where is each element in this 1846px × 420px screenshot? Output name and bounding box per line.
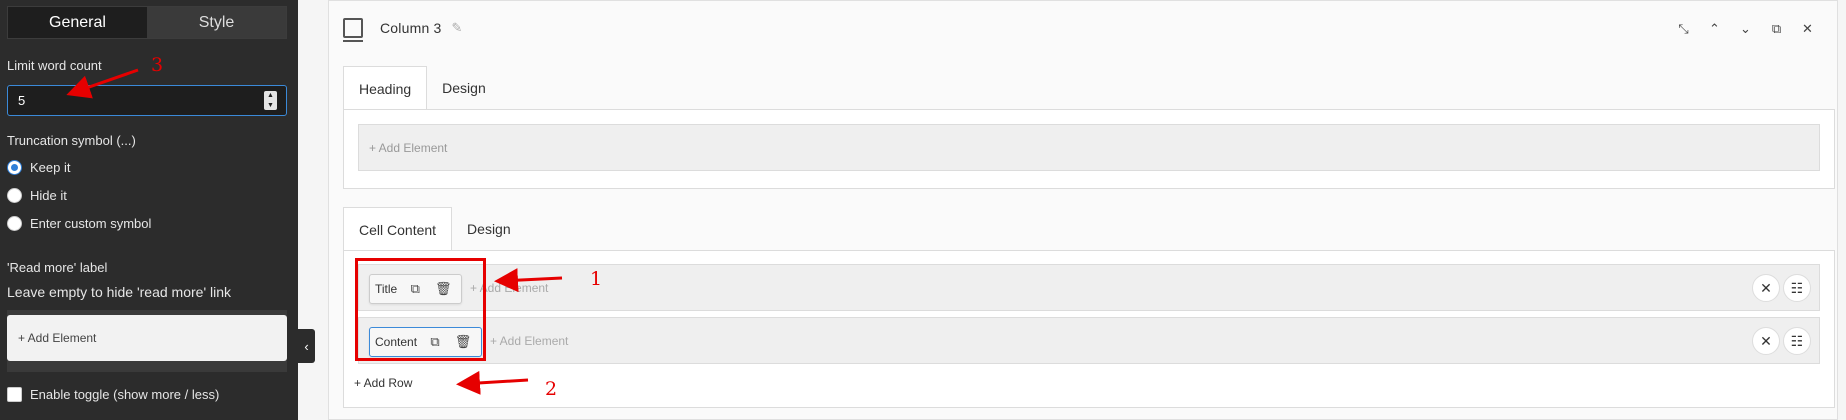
column-header: Column 3 ✎ — [343, 15, 463, 42]
radio-label: Hide it — [30, 188, 67, 203]
content-row: Title ⧉ 🗑 + Add Element ✕ ☷ — [358, 264, 1820, 311]
column-controls: ⤡ ⌃ ⌄ ⧉ ✕ — [1668, 21, 1823, 37]
column-editor: Column 3 ✎ ⤡ ⌃ ⌄ ⧉ ✕ Heading Design + Ad… — [328, 0, 1838, 420]
enable-toggle-row[interactable]: Enable toggle (show more / less) — [7, 387, 219, 402]
sidebar-tabs: General Style — [7, 6, 287, 39]
edit-title-icon[interactable]: ✎ — [452, 20, 463, 36]
limit-word-count-value: 5 — [18, 93, 26, 108]
radio-button[interactable] — [7, 216, 22, 231]
tab-cell-content[interactable]: Cell Content — [343, 207, 453, 251]
enable-toggle-checkbox[interactable] — [7, 387, 22, 402]
chevron-up-icon[interactable]: ⌃ — [1699, 21, 1730, 37]
radio-button[interactable] — [7, 160, 22, 175]
radio-keep-it[interactable]: Keep it — [7, 160, 70, 175]
duplicate-icon[interactable]: ⧉ — [1761, 21, 1792, 37]
radio-label: Keep it — [30, 160, 71, 175]
read-more-add-element-button[interactable]: + Add Element — [7, 315, 287, 361]
truncation-label: Truncation symbol (...) — [7, 133, 136, 148]
close-icon[interactable]: ✕ — [1792, 21, 1823, 37]
annotation-number-2: 2 — [545, 378, 558, 400]
read-more-label: 'Read more' label — [7, 260, 108, 275]
cell-content-section: Title ⧉ 🗑 + Add Element ✕ ☷ Content ⧉ 🗑 … — [343, 250, 1835, 408]
heading-tabs: Heading Design — [343, 66, 501, 110]
read-more-container: + Add Element — [7, 310, 287, 372]
number-spinner[interactable]: ▲ ▼ — [264, 91, 277, 110]
heading-add-element-button[interactable]: + Add Element — [358, 124, 1820, 171]
cell-content-tabs: Cell Content Design — [343, 207, 526, 251]
row-settings-icon[interactable]: ☷ — [1783, 274, 1811, 302]
radio-label: Enter custom symbol — [30, 216, 152, 231]
chevron-left-icon: ‹ — [304, 338, 309, 354]
add-row-button[interactable]: + Add Row — [354, 376, 412, 390]
limit-word-count-input[interactable]: 5 ▲ ▼ — [7, 85, 287, 116]
spinner-down-icon[interactable]: ▼ — [267, 102, 274, 109]
spinner-up-icon[interactable]: ▲ — [267, 92, 274, 99]
chevron-down-icon[interactable]: ⌄ — [1730, 21, 1761, 37]
heading-section: + Add Element — [343, 109, 1835, 189]
annotation-number-1: 1 — [590, 268, 603, 290]
radio-custom-symbol[interactable]: Enter custom symbol — [7, 216, 151, 231]
column-icon — [343, 18, 363, 42]
content-row: Content ⧉ 🗑 + Add Element ✕ ☷ — [358, 317, 1820, 364]
annotation-number-3: 3 — [151, 54, 164, 76]
collapse-icon[interactable]: ⤡ — [1668, 21, 1699, 37]
limit-word-count-label: Limit word count — [7, 58, 102, 73]
delete-row-icon[interactable]: ✕ — [1752, 274, 1780, 302]
delete-row-icon[interactable]: ✕ — [1752, 327, 1780, 355]
read-more-hint: Leave empty to hide 'read more' link — [7, 284, 232, 300]
tab-style[interactable]: Style — [147, 7, 286, 38]
collapse-sidebar-button[interactable]: ‹ — [298, 329, 315, 363]
settings-sidebar: General Style Limit word count 5 ▲ ▼ Tru… — [0, 0, 298, 420]
tab-cell-design[interactable]: Design — [452, 207, 526, 251]
column-title: Column 3 — [380, 20, 442, 36]
tab-heading[interactable]: Heading — [343, 66, 428, 110]
radio-button[interactable] — [7, 188, 22, 203]
row-settings-icon[interactable]: ☷ — [1783, 327, 1811, 355]
row-add-element-button[interactable]: + Add Element — [490, 334, 568, 348]
tab-general[interactable]: General — [8, 7, 147, 38]
tab-heading-design[interactable]: Design — [427, 66, 501, 110]
annotation-box — [355, 258, 486, 361]
radio-hide-it[interactable]: Hide it — [7, 188, 67, 203]
enable-toggle-label: Enable toggle (show more / less) — [30, 387, 220, 402]
